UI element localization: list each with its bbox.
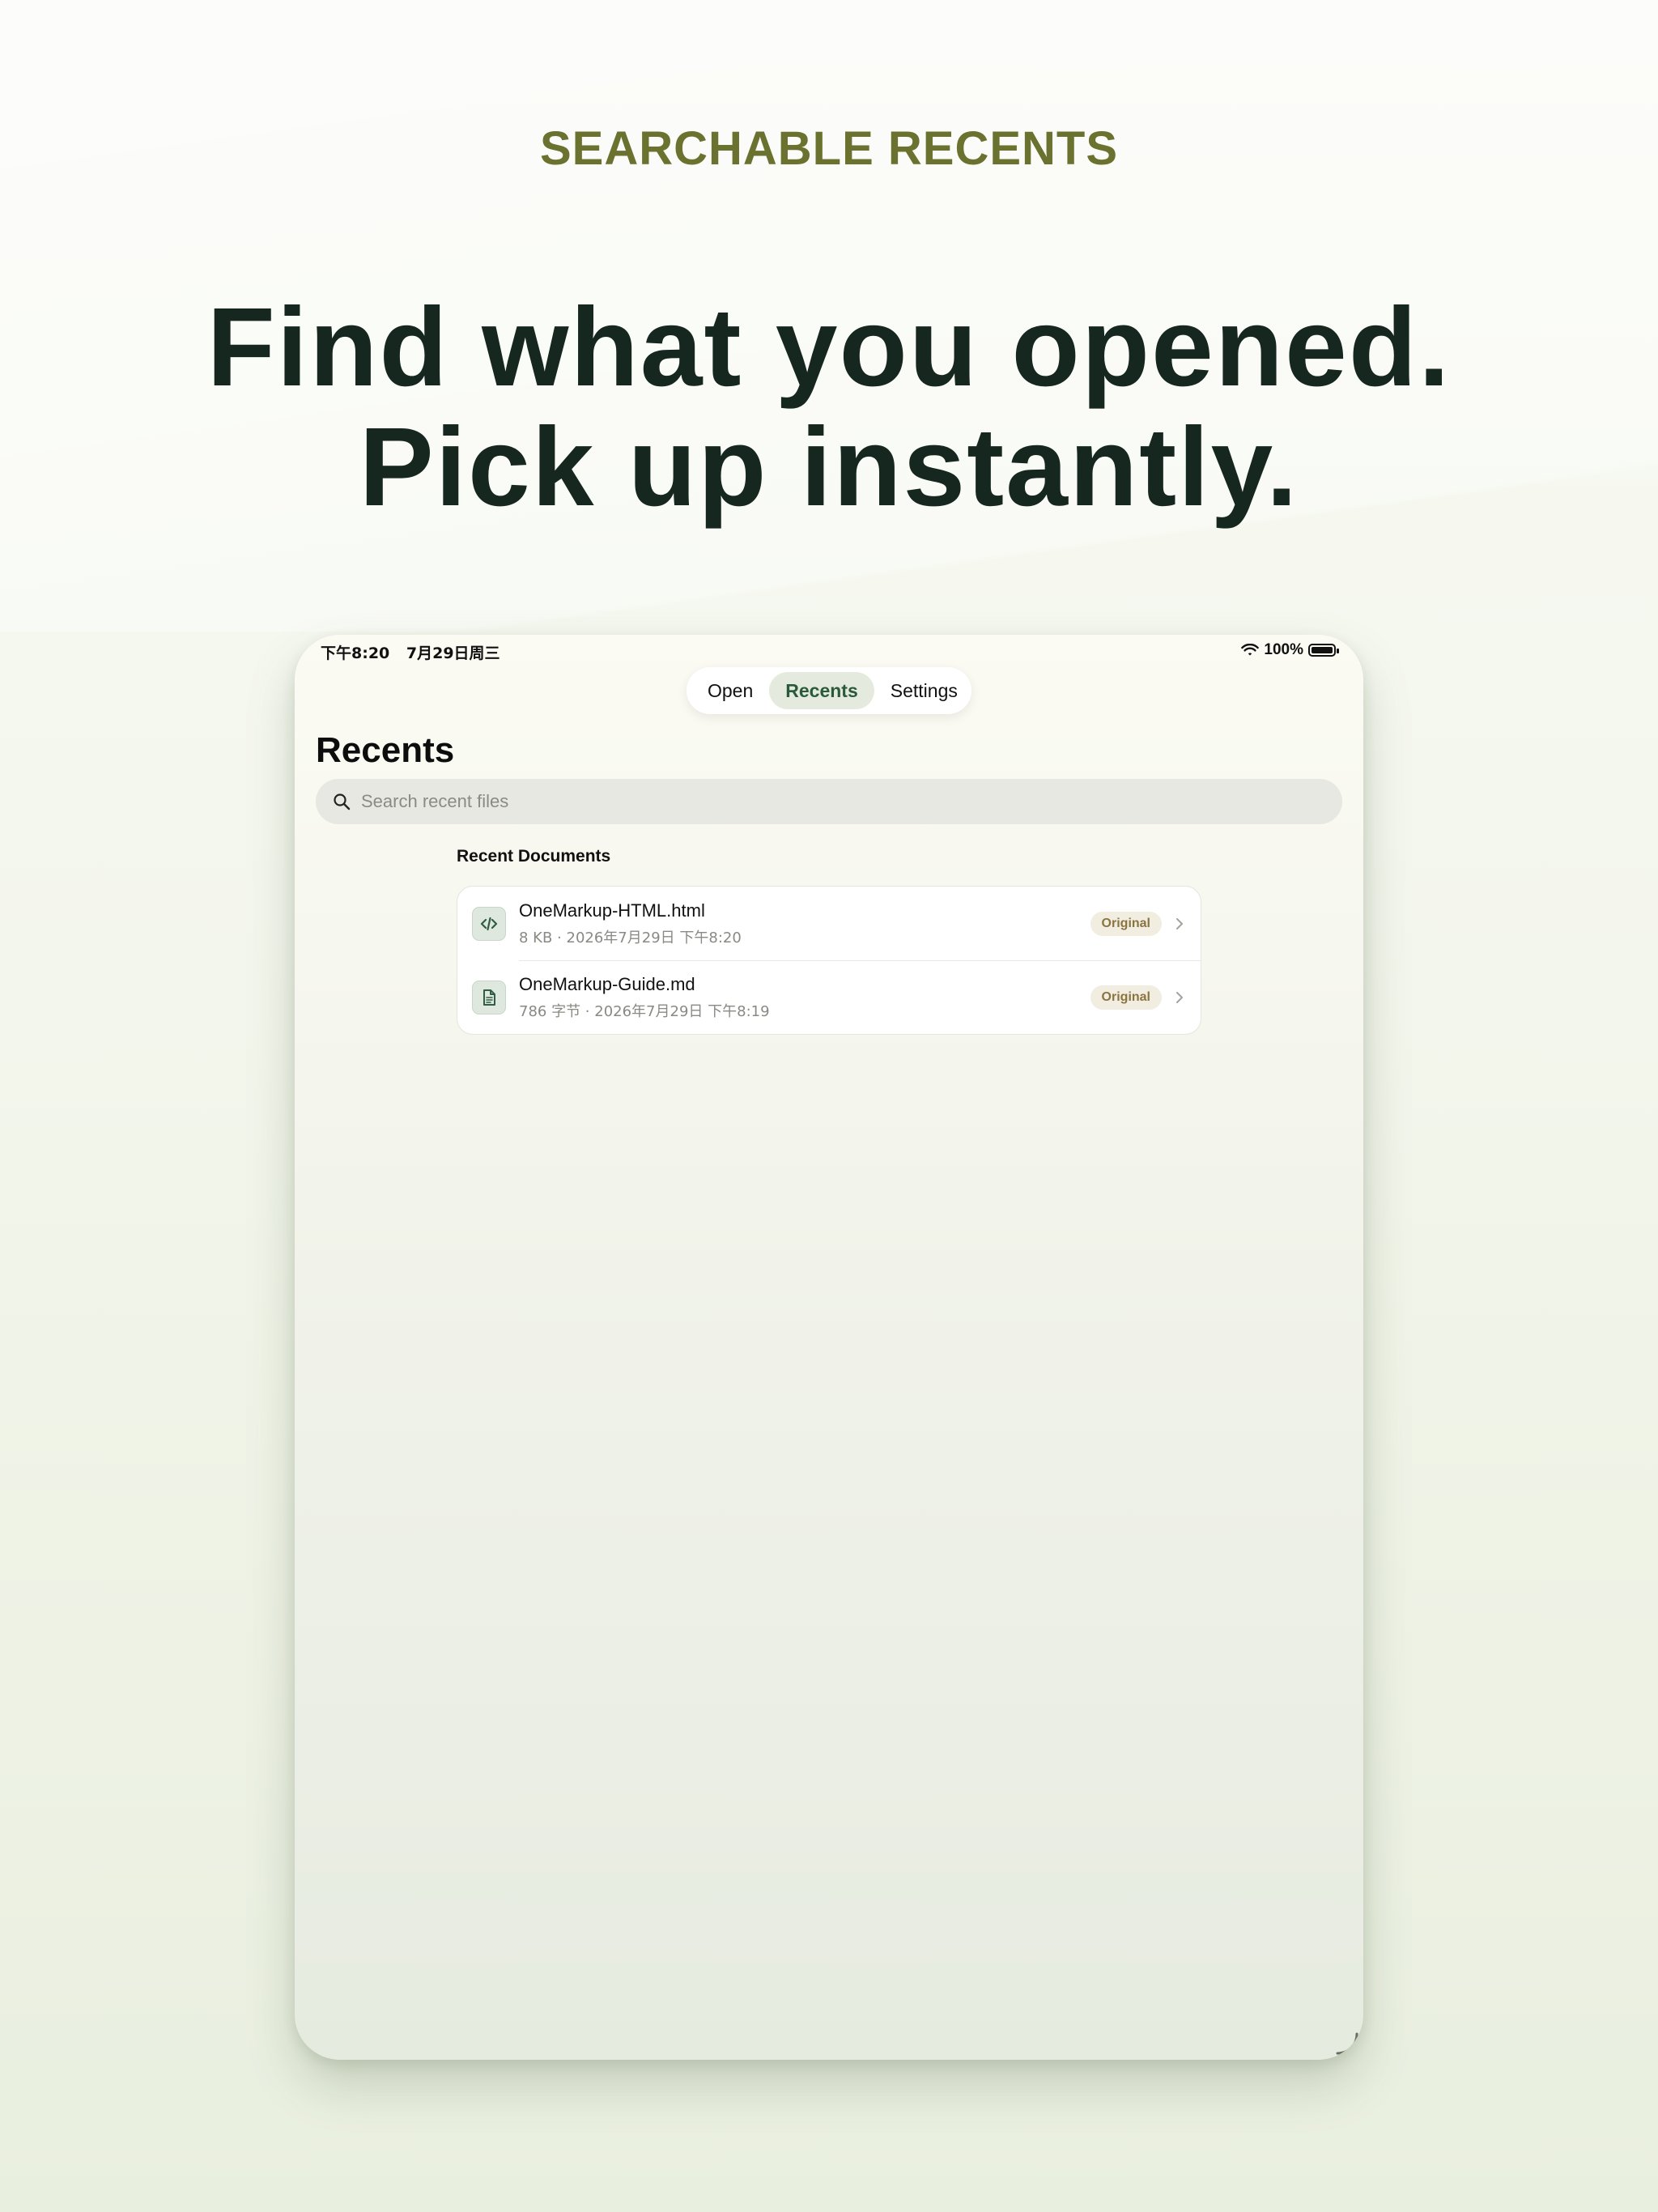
headline: Find what you opened. Pick up instantly. [0,287,1658,527]
status-time: 下午8:20 [321,644,390,662]
file-name: OneMarkup-Guide.md [519,973,695,994]
code-file-icon [472,906,506,941]
status-date: 7月29日周三 [406,644,500,662]
page-title: Recents [316,730,455,770]
tab-settings[interactable]: Settings [874,672,974,709]
original-badge: Original [1090,985,1162,1010]
tablet-screen: 下午8:20 7月29日周三 100% Open Recents Setting… [295,635,1363,2060]
battery-percent: 100% [1264,641,1303,658]
chevron-right-icon [1176,917,1183,929]
eyebrow-label: SEARCHABLE RECENTS [539,122,1119,175]
status-bar-left: 下午8:20 7月29日周三 [321,641,512,663]
search-input[interactable] [361,791,1252,812]
list-item-file[interactable]: OneMarkup-Guide.md 786 字节 · 2026年7月29日 下… [457,960,1201,1034]
wifi-icon [1241,644,1260,656]
battery-icon [1308,644,1339,657]
status-bar-right: 100% [1241,641,1339,659]
tab-recents[interactable]: Recents [769,672,874,709]
file-name: OneMarkup-HTML.html [519,900,705,921]
resize-corner-icon [1336,2032,1358,2055]
search-bar[interactable] [316,779,1342,824]
section-label-recent-documents: Recent Documents [457,847,611,866]
search-icon [334,793,351,810]
file-meta: 8 KB · 2026年7月29日 下午8:20 [519,929,742,946]
tab-open[interactable]: Open [691,672,769,709]
headline-line-1: Find what you opened. [206,285,1452,410]
document-file-icon [472,980,506,1015]
recent-documents-list: OneMarkup-HTML.html 8 KB · 2026年7月29日 下午… [457,886,1201,1035]
list-item-file[interactable]: OneMarkup-HTML.html 8 KB · 2026年7月29日 下午… [457,887,1201,960]
original-badge: Original [1090,911,1162,936]
tab-bar: Open Recents Settings [687,667,971,714]
file-meta: 786 字节 · 2026年7月29日 下午8:19 [519,1002,770,1020]
chevron-right-icon [1176,991,1183,1003]
headline-line-2: Pick up instantly. [359,405,1299,530]
